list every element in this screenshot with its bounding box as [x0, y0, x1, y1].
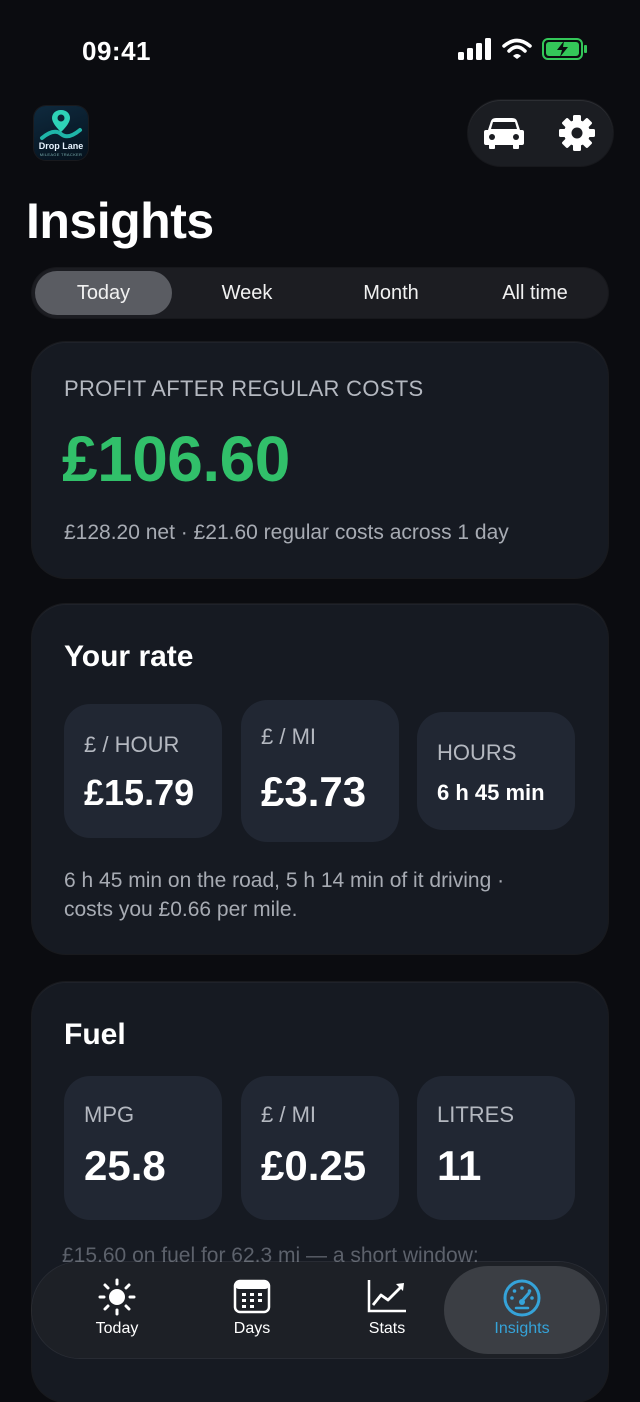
nav-days-label: Days: [233, 1320, 271, 1337]
nav-today[interactable]: Today: [50, 1262, 184, 1358]
rate-tile-per-hour: £ / HOUR £15.79: [64, 704, 222, 838]
fuel-tile-litres: LITRES 11: [417, 1076, 575, 1220]
tab-icon-wrap: [185, 1278, 319, 1314]
tab-today[interactable]: Today: [35, 271, 172, 315]
tab-week[interactable]: Week: [180, 271, 314, 315]
cellular-signal-icon: [458, 38, 491, 60]
fuel-tile-mpg: MPG 25.8: [64, 1076, 222, 1220]
header-actions: [468, 100, 613, 166]
vehicle-button[interactable]: [476, 105, 532, 161]
tab-icon-wrap: [444, 1278, 600, 1318]
tile-label: MPG: [84, 1102, 135, 1127]
tab-icon-wrap: [50, 1278, 184, 1316]
status-time: 09:41: [82, 36, 151, 66]
logo-text: Drop Lane: [38, 141, 84, 151]
tile-label: £ / HOUR: [84, 732, 180, 757]
profit-label: PROFIT AFTER REGULAR COSTS: [64, 376, 424, 401]
tile-value: £15.79: [84, 772, 195, 813]
tile-label: LITRES: [437, 1102, 515, 1127]
nav-insights[interactable]: Insights: [444, 1266, 600, 1354]
tile-value: 25.8: [84, 1142, 166, 1189]
wifi-icon: [502, 38, 532, 59]
profit-note: £128.20 net · £21.60 regular costs acros…: [64, 521, 509, 544]
chart-icon: [367, 1280, 406, 1313]
tile-value: £0.25: [261, 1142, 367, 1189]
status-icons: [456, 38, 588, 60]
battery-charging-icon: [542, 38, 587, 60]
nav-today-label: Today: [95, 1320, 139, 1337]
profit-value: £106.60: [62, 423, 290, 495]
car-icon: [484, 118, 525, 149]
speedometer-icon: [503, 1279, 541, 1317]
sun-icon: [98, 1278, 136, 1316]
settings-button[interactable]: [549, 105, 605, 161]
location-pin-icon: [40, 110, 82, 140]
tile-value: 6 h 45 min: [437, 780, 545, 805]
gear-icon: [558, 115, 595, 151]
tile-label: HOURS: [437, 740, 517, 765]
period-segmented-control: Today Week Month All time: [32, 268, 608, 318]
tab-all-time[interactable]: All time: [468, 271, 602, 315]
tab-month[interactable]: Month: [324, 271, 458, 315]
rate-tile-per-mile: £ / MI £3.73: [241, 700, 399, 842]
rate-note-line2: costs you £0.66 per mile.: [64, 898, 298, 921]
tab-icon-wrap: [320, 1278, 454, 1314]
profit-card: PROFIT AFTER REGULAR COSTS £106.60 £128.…: [32, 342, 608, 578]
logo-subtitle: MILEAGE TRACKER: [39, 152, 83, 157]
nav-stats[interactable]: Stats: [320, 1262, 454, 1358]
nav-stats-label: Stats: [368, 1320, 406, 1337]
nav-insights-label: Insights: [494, 1320, 550, 1337]
tile-value: £3.73: [261, 768, 367, 815]
rate-note-line1: 6 h 45 min on the road, 5 h 14 min of it…: [64, 869, 505, 892]
page-title: Insights: [26, 193, 214, 249]
bottom-tab-bar: Today Days Stats Insights: [32, 1262, 606, 1358]
tile-label: £ / MI: [261, 1102, 317, 1127]
app-logo: Drop Lane MILEAGE TRACKER: [34, 106, 88, 160]
tile-label: £ / MI: [261, 724, 317, 749]
tile-value: 11: [437, 1142, 482, 1189]
fuel-tile-per-mile: £ / MI £0.25: [241, 1076, 399, 1220]
rate-card-title: Your rate: [64, 640, 194, 673]
nav-days[interactable]: Days: [185, 1262, 319, 1358]
calendar-icon: [233, 1279, 271, 1314]
rate-tile-hours: HOURS 6 h 45 min: [417, 712, 575, 830]
rate-card: Your rate £ / HOUR £15.79 £ / MI £3.73 H…: [32, 604, 608, 954]
status-bar: 09:41: [0, 0, 640, 100]
fuel-card-title: Fuel: [64, 1018, 126, 1051]
